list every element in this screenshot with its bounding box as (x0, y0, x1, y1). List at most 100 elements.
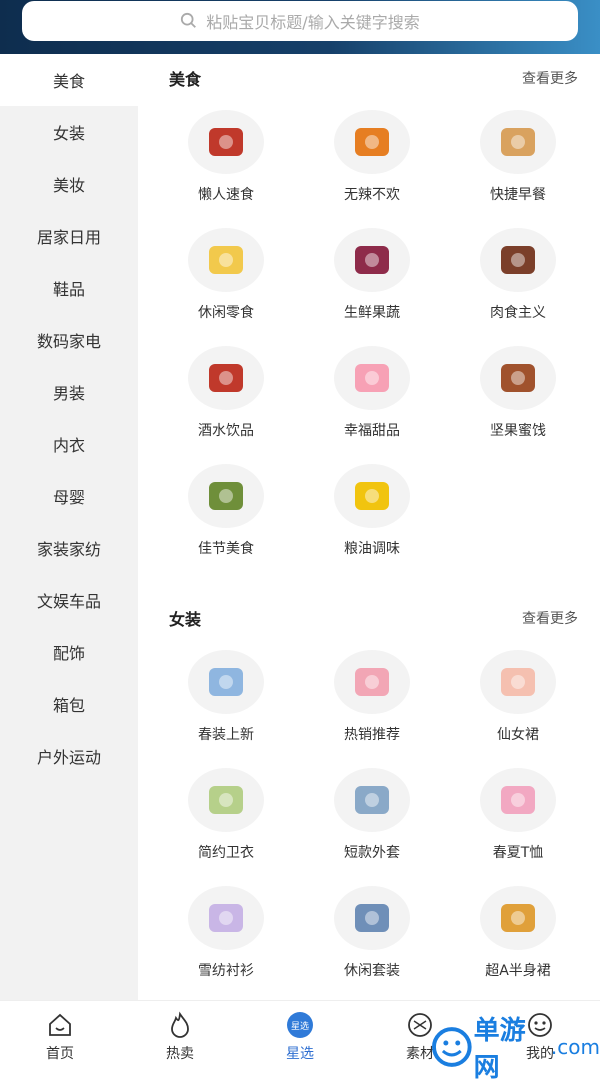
oil-rice-icon (334, 464, 410, 528)
subcategory-item[interactable]: 肉食主义 (445, 220, 591, 338)
search-placeholder: 粘贴宝贝标题/输入关键字搜索 (206, 13, 420, 32)
subcategory-grid: 懒人速食 无辣不欢 快捷早餐休闲零食 生鲜果蔬 肉食主义酒水饮品 幸福甜品 坚果蜜饯佳节美食… (138, 102, 600, 574)
subcategory-label: 休闲套装 (344, 963, 400, 979)
tab-label: 热卖 (166, 1046, 194, 1062)
sidebar-item-entertainment-car[interactable]: 文娱车品 (0, 574, 138, 626)
star-select-badge: 星选 (287, 1012, 313, 1038)
tab-star-select[interactable]: 星选 星选 (240, 1001, 360, 1067)
watermark-brand: 单游网 (473, 1016, 526, 1083)
denim-jacket-icon (334, 768, 410, 832)
subcategory-label: 雪纺衬衫 (198, 963, 254, 979)
tshirt-icon (480, 768, 556, 832)
subcategory-label: 超A半身裙 (485, 963, 551, 979)
a-line-skirt-icon (480, 886, 556, 950)
subcategory-item[interactable]: 超A半身裙 (445, 878, 591, 996)
section-food: 美食 查看更多 懒人速食 无辣不欢 快捷早餐休闲零食 生鲜果蔬 肉食主义酒水饮品 幸福甜品… (138, 54, 600, 574)
subcategory-label: 生鲜果蔬 (344, 305, 400, 321)
subcategory-item[interactable]: 休闲套装 (299, 878, 445, 996)
subcategory-label: 佳节美食 (198, 541, 254, 557)
sidebar-item-underwear[interactable]: 内衣 (0, 418, 138, 470)
subcategory-item[interactable]: 春装上新 (153, 642, 299, 760)
chiffon-shirt-icon (188, 886, 264, 950)
tab-home[interactable]: 首页 (0, 1001, 120, 1067)
sidebar-item-makeup[interactable]: 美妆 (0, 158, 138, 210)
sidebar-item-womenswear[interactable]: 女装 (0, 106, 138, 158)
subcategory-label: 短款外套 (344, 845, 400, 861)
beef-jerky-icon (480, 228, 556, 292)
subcategory-label: 简约卫衣 (198, 845, 254, 861)
subcategory-label: 春装上新 (198, 727, 254, 743)
subcategory-label: 幸福甜品 (344, 423, 400, 439)
dress-icon (480, 650, 556, 714)
watermark: 单游网 .com (430, 1010, 600, 1084)
section-header: 女装 查看更多 (138, 594, 600, 642)
search-input[interactable]: 粘贴宝贝标题/输入关键字搜索 (22, 1, 578, 41)
sidebar-item-bags[interactable]: 箱包 (0, 678, 138, 730)
hoodie-icon (188, 768, 264, 832)
sidebar-item-shoes[interactable]: 鞋品 (0, 262, 138, 314)
blouse-icon (188, 650, 264, 714)
sidebar-item-electronics[interactable]: 数码家电 (0, 314, 138, 366)
sidebar-item-accessories[interactable]: 配饰 (0, 626, 138, 678)
subcategory-item[interactable]: 春夏T恤 (445, 760, 591, 878)
home-icon (46, 1011, 74, 1039)
bread-icon (480, 110, 556, 174)
subcategory-label: 肉食主义 (490, 305, 546, 321)
view-more-link[interactable]: 查看更多 (522, 68, 578, 88)
sidebar-item-household[interactable]: 居家日用 (0, 210, 138, 262)
subcategory-item[interactable]: 酒水饮品 (153, 338, 299, 456)
subcategory-item[interactable]: 休闲零食 (153, 220, 299, 338)
subcategory-label: 快捷早餐 (490, 187, 546, 203)
subcategory-item[interactable]: 幸福甜品 (299, 338, 445, 456)
subcategory-label: 仙女裙 (497, 727, 539, 743)
smiley-logo-icon (431, 1027, 472, 1067)
subcategory-label: 坚果蜜饯 (490, 423, 546, 439)
section-title: 美食 (169, 70, 202, 89)
tab-hot-sale[interactable]: 热卖 (120, 1001, 240, 1067)
subcategory-grid: 春装上新 热销推荐 仙女裙简约卫衣 短款外套 春夏T恤雪纺衬衫 休闲套装 超A半身裙 (138, 642, 600, 996)
subcategory-label: 懒人速食 (198, 187, 254, 203)
subcategory-label: 无辣不欢 (344, 187, 400, 203)
subcategory-item[interactable]: 坚果蜜饯 (445, 338, 591, 456)
sidebar-item-home-textile[interactable]: 家装家纺 (0, 522, 138, 574)
skirt-outfit-icon (334, 650, 410, 714)
subcategory-label: 春夏T恤 (492, 845, 544, 861)
subcategory-item[interactable]: 佳节美食 (153, 456, 299, 574)
spicy-snack-icon (334, 110, 410, 174)
section-header: 美食 查看更多 (138, 54, 600, 102)
flame-icon (166, 1011, 194, 1039)
instant-noodle-icon (188, 110, 264, 174)
tab-label: 星选 (286, 1046, 314, 1062)
subcategory-item[interactable]: 无辣不欢 (299, 102, 445, 220)
subcategory-item[interactable]: 仙女裙 (445, 642, 591, 760)
subcategory-item[interactable]: 快捷早餐 (445, 102, 591, 220)
macaron-icon (334, 346, 410, 410)
subcategory-label: 休闲零食 (198, 305, 254, 321)
subcategory-item[interactable]: 热销推荐 (299, 642, 445, 760)
casual-set-icon (334, 886, 410, 950)
view-more-link[interactable]: 查看更多 (522, 608, 578, 628)
sidebar-item-food[interactable]: 美食 (0, 54, 138, 106)
section-title: 女装 (169, 610, 202, 629)
sidebar-item-menswear[interactable]: 男装 (0, 366, 138, 418)
subcategory-item[interactable]: 短款外套 (299, 760, 445, 878)
subcategory-label: 热销推荐 (344, 727, 400, 743)
star-select-icon: 星选 (286, 1011, 314, 1039)
subcategory-item[interactable]: 生鲜果蔬 (299, 220, 445, 338)
drinks-icon (188, 346, 264, 410)
category-sidebar: 美食 女装 美妆 居家日用 鞋品 数码家电 男装 内衣 母婴 家装家纺 文娱车品… (0, 54, 138, 1000)
subcategory-item[interactable]: 粮油调味 (299, 456, 445, 574)
dumpling-icon (188, 464, 264, 528)
subcategory-item[interactable]: 简约卫衣 (153, 760, 299, 878)
subcategory-item[interactable]: 懒人速食 (153, 102, 299, 220)
chips-bag-icon (188, 228, 264, 292)
search-icon (181, 12, 197, 28)
category-content: 美食 查看更多 懒人速食 无辣不欢 快捷早餐休闲零食 生鲜果蔬 肉食主义酒水饮品 幸福甜品… (138, 54, 600, 1000)
berries-icon (334, 228, 410, 292)
top-bar: 粘贴宝贝标题/输入关键字搜索 (0, 0, 600, 54)
watermark-domain: .com (550, 1035, 600, 1059)
sidebar-item-baby[interactable]: 母婴 (0, 470, 138, 522)
subcategory-item[interactable]: 雪纺衬衫 (153, 878, 299, 996)
sidebar-item-outdoor[interactable]: 户外运动 (0, 730, 138, 782)
section-womenswear: 女装 查看更多 春装上新 热销推荐 仙女裙简约卫衣 短款外套 春夏T恤雪纺衬衫 休闲套装 超… (138, 594, 600, 996)
